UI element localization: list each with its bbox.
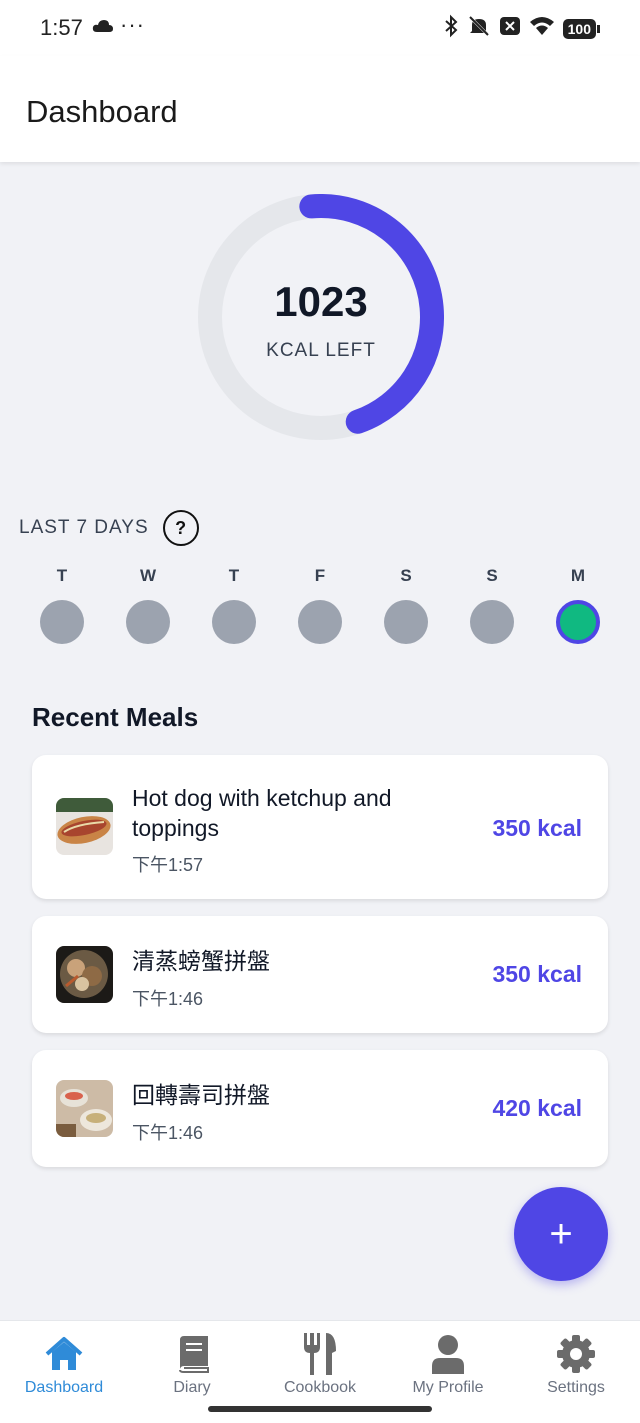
day-status-dot (40, 600, 84, 644)
battery-icon: 100 (562, 18, 600, 39)
calorie-ring: 1023 KCAL LEFT (198, 194, 444, 440)
day-saturday[interactable]: S (383, 566, 429, 644)
nav-label: My Profile (412, 1379, 484, 1396)
meal-photo-crab (56, 946, 113, 1003)
day-status-dot (384, 600, 428, 644)
meal-name: 回轉壽司拼盤 (132, 1082, 270, 1108)
bluetooth-icon (443, 14, 459, 43)
meal-name: Hot dog with ketchup and toppings (132, 785, 392, 841)
day-wednesday[interactable]: W (125, 566, 171, 644)
day-tuesday[interactable]: T (39, 566, 85, 644)
nav-my-profile[interactable]: My Profile (384, 1331, 512, 1397)
close-box-icon (499, 15, 521, 42)
meal-name: 清蒸螃蟹拼盤 (132, 948, 270, 974)
meal-photo-sushi (56, 1080, 113, 1137)
last-7-days-header: LAST 7 DAYS ? (19, 510, 199, 546)
plus-icon: + (549, 1211, 573, 1256)
day-monday[interactable]: M (555, 566, 601, 644)
more-notifications: ··· (120, 12, 145, 37)
day-status-dot (470, 600, 514, 644)
home-indicator (208, 1406, 432, 1412)
gear-icon (512, 1331, 640, 1377)
day-status-dot-active (556, 600, 600, 644)
day-letter: S (486, 566, 498, 585)
kcal-left-label: KCAL LEFT (266, 340, 376, 361)
fork-knife-icon (256, 1331, 384, 1377)
day-letter: F (314, 566, 326, 585)
meal-card[interactable]: 回轉壽司拼盤 下午1:46 420 kcal (32, 1050, 608, 1167)
day-letter: M (570, 566, 586, 585)
nav-dashboard[interactable]: Dashboard (0, 1331, 128, 1397)
person-icon (384, 1331, 512, 1377)
status-bar: 1:57 ··· 100 (0, 0, 640, 56)
day-letter: T (56, 566, 68, 585)
cloud-icon (92, 19, 114, 38)
meal-kcal: 420 kcal (492, 1095, 582, 1121)
book-icon (128, 1331, 256, 1377)
add-meal-button[interactable]: + (514, 1187, 608, 1281)
meal-card[interactable]: Hot dog with ketchup and toppings 下午1:57… (32, 755, 608, 899)
mute-icon (467, 14, 491, 43)
meal-time: 下午1:46 (132, 989, 204, 1009)
status-time: 1:57 (40, 15, 83, 40)
wifi-icon (529, 15, 555, 42)
day-status-dot (212, 600, 256, 644)
kcal-left-value: 1023 (274, 278, 368, 325)
meal-time: 下午1:46 (132, 1123, 204, 1143)
last-7-days-title: LAST 7 DAYS (19, 517, 149, 538)
meal-card[interactable]: 清蒸螃蟹拼盤 下午1:46 350 kcal (32, 916, 608, 1033)
nav-cookbook[interactable]: Cookbook (256, 1331, 384, 1397)
meal-photo-hotdog (56, 798, 113, 855)
day-status-dot (126, 600, 170, 644)
recent-meals-title: Recent Meals (32, 702, 199, 732)
home-icon (0, 1331, 128, 1377)
day-letter: W (139, 566, 157, 585)
nav-settings[interactable]: Settings (512, 1331, 640, 1397)
day-letter: T (228, 566, 240, 585)
nav-diary[interactable]: Diary (128, 1331, 256, 1397)
nav-label: Dashboard (24, 1379, 104, 1396)
meal-kcal: 350 kcal (492, 815, 582, 841)
meal-time: 下午1:57 (132, 855, 204, 875)
day-thursday[interactable]: T (211, 566, 257, 644)
page-title: Dashboard (26, 94, 178, 129)
day-sunday[interactable]: S (469, 566, 515, 644)
nav-label: Diary (173, 1379, 211, 1396)
app-bar: Dashboard (0, 56, 640, 162)
battery-level: 100 (562, 18, 596, 39)
help-button[interactable]: ? (162, 510, 199, 546)
nav-label: Settings (547, 1379, 605, 1396)
day-friday[interactable]: F (297, 566, 343, 644)
day-letter: S (400, 566, 412, 585)
day-status-dot (298, 600, 342, 644)
meal-kcal: 350 kcal (492, 961, 582, 987)
nav-label: Cookbook (283, 1379, 357, 1396)
